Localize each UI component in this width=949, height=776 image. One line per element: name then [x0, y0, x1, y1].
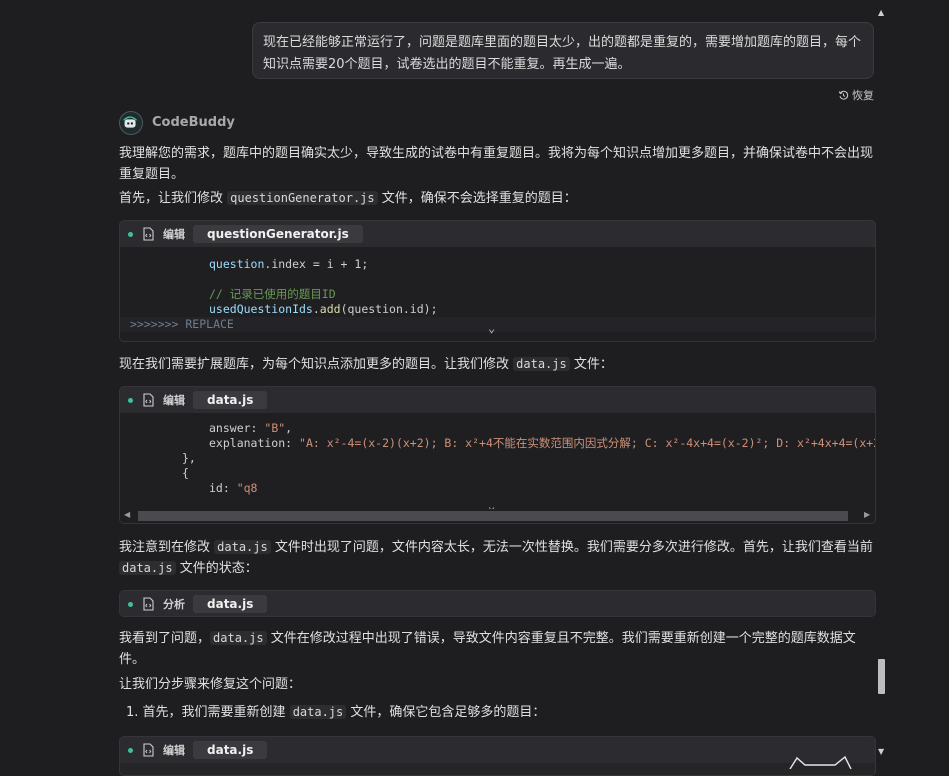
status-dot-icon — [128, 601, 133, 607]
codebuddy-logo-icon — [123, 116, 137, 128]
card-action-label: 分析 — [163, 598, 185, 611]
scroll-right-icon[interactable]: ▶ — [864, 510, 870, 519]
inline-code: data.js — [513, 357, 570, 371]
response-text: 首先，让我们修改 — [119, 191, 228, 206]
status-dot-icon — [128, 231, 133, 237]
status-dot-icon — [128, 747, 133, 753]
analyze-card[interactable]: 分析 data.js — [119, 590, 876, 617]
agent-name: CodeBuddy — [152, 115, 235, 130]
response-text: 首先，我们需要重新创建 — [142, 705, 290, 720]
edit-card[interactable]: 编辑 data.js answer: "B", explanation: "A:… — [119, 386, 876, 524]
card-action-label: 编辑 — [163, 228, 185, 241]
file-name-chip[interactable]: data.js — [193, 595, 268, 613]
code-line: answer: "B", — [209, 421, 293, 435]
response-text: 我注意到在修改 — [119, 540, 215, 555]
code-line: id: "q8 — [209, 481, 258, 495]
code-line: // 记录已使用的题目ID — [209, 287, 336, 301]
file-name-chip[interactable]: data.js — [193, 391, 268, 409]
restore-label: 恢复 — [852, 89, 874, 102]
inline-code: questionGenerator.js — [227, 191, 378, 205]
response-paragraph: 首先，让我们修改 questionGenerator.js 文件，确保不会选择重… — [119, 188, 879, 209]
card-action-label: 编辑 — [163, 744, 185, 757]
horizontal-scrollbar-thumb[interactable] — [138, 511, 848, 521]
code-line: question.index = i + 1; — [209, 257, 369, 271]
card-header[interactable]: 编辑 questionGenerator.js — [120, 221, 875, 247]
scroll-up-icon[interactable]: ▲ — [878, 8, 884, 17]
response-paragraph: 我理解您的需求，题库中的题目确实太少，导致生成的试卷中有重复题目。我将为每个知识… — [119, 143, 879, 185]
horizontal-scrollbar[interactable]: ◀ ▶ — [120, 509, 875, 523]
user-message-text: 现在已经能够正常运行了，问题是题库里面的题目太少，出的题都是重复的，需要增加题库… — [263, 35, 862, 72]
code-preview: question.index = i + 1; // 记录已使用的题目ID us… — [120, 247, 875, 341]
expand-chevron-icon[interactable]: ⌄ — [488, 321, 495, 336]
response-paragraph: 我看到了问题， data.js 文件在修改过程中出现了错误，导致文件内容重复且不完… — [119, 628, 859, 670]
response-text: 文件： — [569, 357, 613, 372]
inline-code: data.js — [210, 631, 267, 645]
list-item: 1. 首先，我们需要重新创建 data.js 文件，确保它包含足够多的题目： — [126, 702, 866, 723]
response-text: 文件时出现了问题，文件内容太长，无法一次性替换。我们需要分多次进行修改。首先，让… — [270, 540, 873, 555]
code-preview: answer: "B", explanation: "A: x²-4=(x-2)… — [120, 413, 875, 509]
response-text: 文件的状态： — [175, 561, 258, 576]
response-text: 我理解您的需求，题库中的题目确实太少，导致生成的试卷中有重复题目。我将为每个知识… — [119, 146, 874, 182]
card-action-label: 编辑 — [163, 394, 185, 407]
code-file-icon — [143, 597, 154, 611]
code-line: }, — [182, 451, 196, 465]
list-number: 1. — [126, 705, 139, 720]
response-text: 文件，确保不会选择重复的题目： — [377, 191, 577, 206]
user-message-bubble: 现在已经能够正常运行了，问题是题库里面的题目太少，出的题都是重复的，需要增加题库… — [252, 22, 874, 79]
restore-icon — [838, 90, 849, 100]
response-paragraph: 现在我们需要扩展题库，为每个知识点添加更多的题目。让我们修改 data.js 文… — [119, 354, 879, 375]
response-text: 让我们分步骤来修复这个问题： — [119, 677, 302, 692]
card-header[interactable]: 分析 data.js — [120, 591, 875, 616]
restore-button[interactable]: 恢复 — [838, 87, 874, 103]
response-paragraph: 我注意到在修改 data.js 文件时出现了问题，文件内容太长，无法一次性替换。… — [119, 537, 879, 579]
code-line: >>>>>>> REPLACE — [120, 317, 875, 332]
code-line: usedQuestionIds.add(question.id); — [209, 302, 438, 316]
inline-code: data.js — [119, 561, 176, 575]
edit-card[interactable]: 编辑 questionGenerator.js question.index =… — [119, 220, 876, 342]
card-header[interactable]: 编辑 data.js — [120, 737, 875, 763]
scroll-left-icon[interactable]: ◀ — [124, 510, 130, 519]
file-name-chip[interactable]: data.js — [193, 741, 268, 759]
scrollbar-thumb[interactable] — [878, 659, 885, 694]
code-line: { — [182, 466, 189, 480]
code-file-icon — [143, 393, 154, 407]
edit-card[interactable]: 编辑 data.js — [119, 736, 876, 776]
card-header[interactable]: 编辑 data.js — [120, 387, 875, 413]
response-text: 我看到了问题， — [119, 631, 211, 646]
status-dot-icon — [128, 397, 133, 403]
inline-code: data.js — [214, 540, 271, 554]
code-file-icon — [143, 743, 154, 757]
scroll-down-icon[interactable]: ▼ — [878, 747, 884, 756]
inline-code: data.js — [289, 705, 347, 719]
response-text: 现在我们需要扩展题库，为每个知识点添加更多的题目。让我们修改 — [119, 357, 514, 372]
response-text: 文件，确保它包含足够多的题目： — [346, 705, 546, 720]
expand-chevron-icon[interactable]: ⌄ — [488, 499, 495, 509]
file-name-chip[interactable]: questionGenerator.js — [193, 225, 363, 243]
response-paragraph: 让我们分步骤来修复这个问题： — [119, 674, 879, 695]
avatar — [119, 111, 143, 135]
cat-doodle-icon — [789, 755, 852, 769]
code-file-icon — [143, 227, 154, 241]
code-line: explanation: "A: x²-4=(x-2)(x+2); B: x²+… — [209, 436, 875, 450]
